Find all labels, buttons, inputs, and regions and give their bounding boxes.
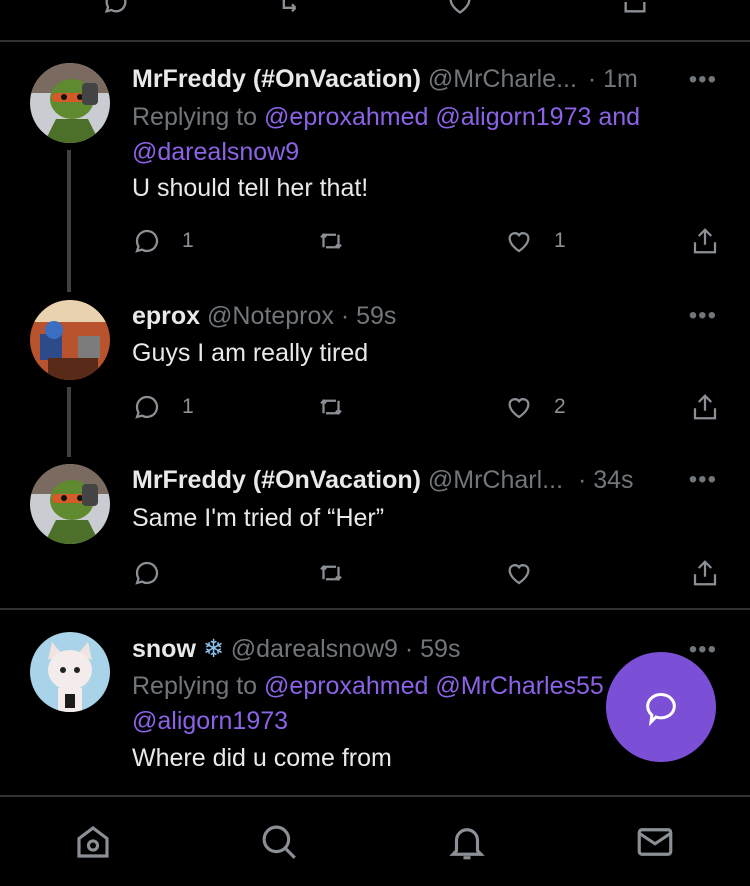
retweet-button[interactable] [314,392,348,422]
handle[interactable]: @Noteprox [207,302,334,330]
replying-to: Replying to @eproxahmed @MrCharles55 [132,670,604,702]
display-name[interactable]: MrFreddy (#OnVacation) [132,466,421,494]
retweet-icon[interactable] [274,0,310,16]
snowflake-icon: ❄ [202,635,224,663]
heart-icon [508,398,530,419]
previous-tweet-actions [0,0,750,40]
messages-icon [637,828,673,856]
timestamp[interactable]: · 59s [405,635,461,663]
more-options-icon[interactable]: ••• [689,636,717,664]
tweet-header: snow ❄ @darealsnow9 · 59s [132,634,460,664]
replying-to-label: Replying to [132,672,258,700]
nav-home[interactable] [72,821,114,868]
display-name[interactable]: MrFreddy (#OnVacation) [132,65,421,93]
search-icon [262,825,296,859]
tweet-text: Where did u come from [132,744,392,772]
retweet-button[interactable] [314,226,348,256]
retweet-icon [320,565,342,581]
compose-reply-icon [646,693,676,727]
replying-to: Replying to @eproxahmed @aligorn1973 and [132,101,640,133]
avatar[interactable] [30,464,110,544]
mention-link[interactable]: @aligorn1973 [435,103,591,131]
tweet-header: MrFreddy (#OnVacation) @MrCharle... · 1m [132,64,638,94]
handle[interactable]: @darealsnow9 [231,635,398,663]
tweet-text: Guys I am really tired [132,339,369,367]
avatar[interactable] [30,632,110,712]
mention-link[interactable]: @eproxahmed [264,672,428,700]
like-count: 2 [554,395,566,418]
nav-search[interactable] [258,821,300,868]
like-count: 1 [554,229,566,252]
share-button[interactable] [690,558,720,588]
reply-icon [135,561,159,585]
handle[interactable]: @MrCharl... [428,466,563,494]
mention-link[interactable]: @MrCharles55 [435,672,603,700]
divider [0,40,750,42]
mention-link[interactable]: @aligorn1973 [132,707,288,735]
tweet-text: U should tell her that! [132,174,369,202]
home-icon [77,826,109,858]
share-button[interactable] [690,226,720,256]
timestamp[interactable]: · 1m [588,65,638,93]
replying-to-continued: @aligorn1973 [132,705,288,737]
reply-icon [135,229,159,253]
reply-count: 1 [182,395,194,418]
mention-link[interactable]: @eproxahmed [264,103,428,131]
reply-button[interactable] [132,558,162,588]
avatar[interactable] [30,300,110,380]
and-others-link[interactable]: and [598,103,640,131]
tweet-actions: 1 2 [0,392,750,424]
notifications-icon [449,828,485,860]
thread-line [67,150,71,292]
timestamp[interactable]: · 34s [578,466,634,494]
heart-icon [508,564,530,585]
share-icon [693,228,717,254]
nav-notifications[interactable] [446,821,488,868]
tweet-header: eprox @Noteprox · 59s [132,301,396,331]
avatar[interactable] [30,63,110,143]
reply-button[interactable]: 1 [132,392,194,422]
reply-button[interactable]: 1 [132,226,194,256]
tweet-actions [0,558,750,590]
like-icon[interactable] [444,0,476,16]
reply-icon [135,395,159,419]
display-name[interactable]: snow [132,635,196,663]
retweet-icon [320,233,342,249]
share-icon [693,560,717,586]
heart-icon [508,232,530,253]
replying-to-label: Replying to [132,103,258,131]
share-button[interactable] [690,392,720,422]
retweet-button[interactable] [314,558,348,588]
mention-link[interactable]: @darealsnow9 [132,138,299,166]
handle[interactable]: @MrCharle... [428,65,577,93]
tweet-text: Same I'm tried of “Her” [132,504,385,532]
display-name[interactable]: eprox [132,302,200,330]
more-options-icon[interactable]: ••• [689,302,717,330]
share-icon[interactable] [618,0,652,16]
reply-count: 1 [182,229,194,252]
tweet-actions: 1 1 [0,226,750,258]
more-options-icon[interactable]: ••• [689,466,717,494]
replying-to-continued: @darealsnow9 [132,136,299,168]
nav-messages[interactable] [634,821,676,868]
more-options-icon[interactable]: ••• [689,66,717,94]
retweet-icon [320,399,342,415]
timestamp[interactable]: · 59s [341,302,397,330]
reply-icon[interactable] [100,0,132,16]
compose-reply-button[interactable] [606,652,716,762]
divider [0,608,750,610]
like-button[interactable]: 1 [504,226,566,256]
share-icon [693,394,717,420]
tweet-header: MrFreddy (#OnVacation) @MrCharl... · 34s [132,465,634,495]
bottom-navigation [0,795,750,886]
like-button[interactable] [504,558,534,588]
like-button[interactable]: 2 [504,392,566,422]
